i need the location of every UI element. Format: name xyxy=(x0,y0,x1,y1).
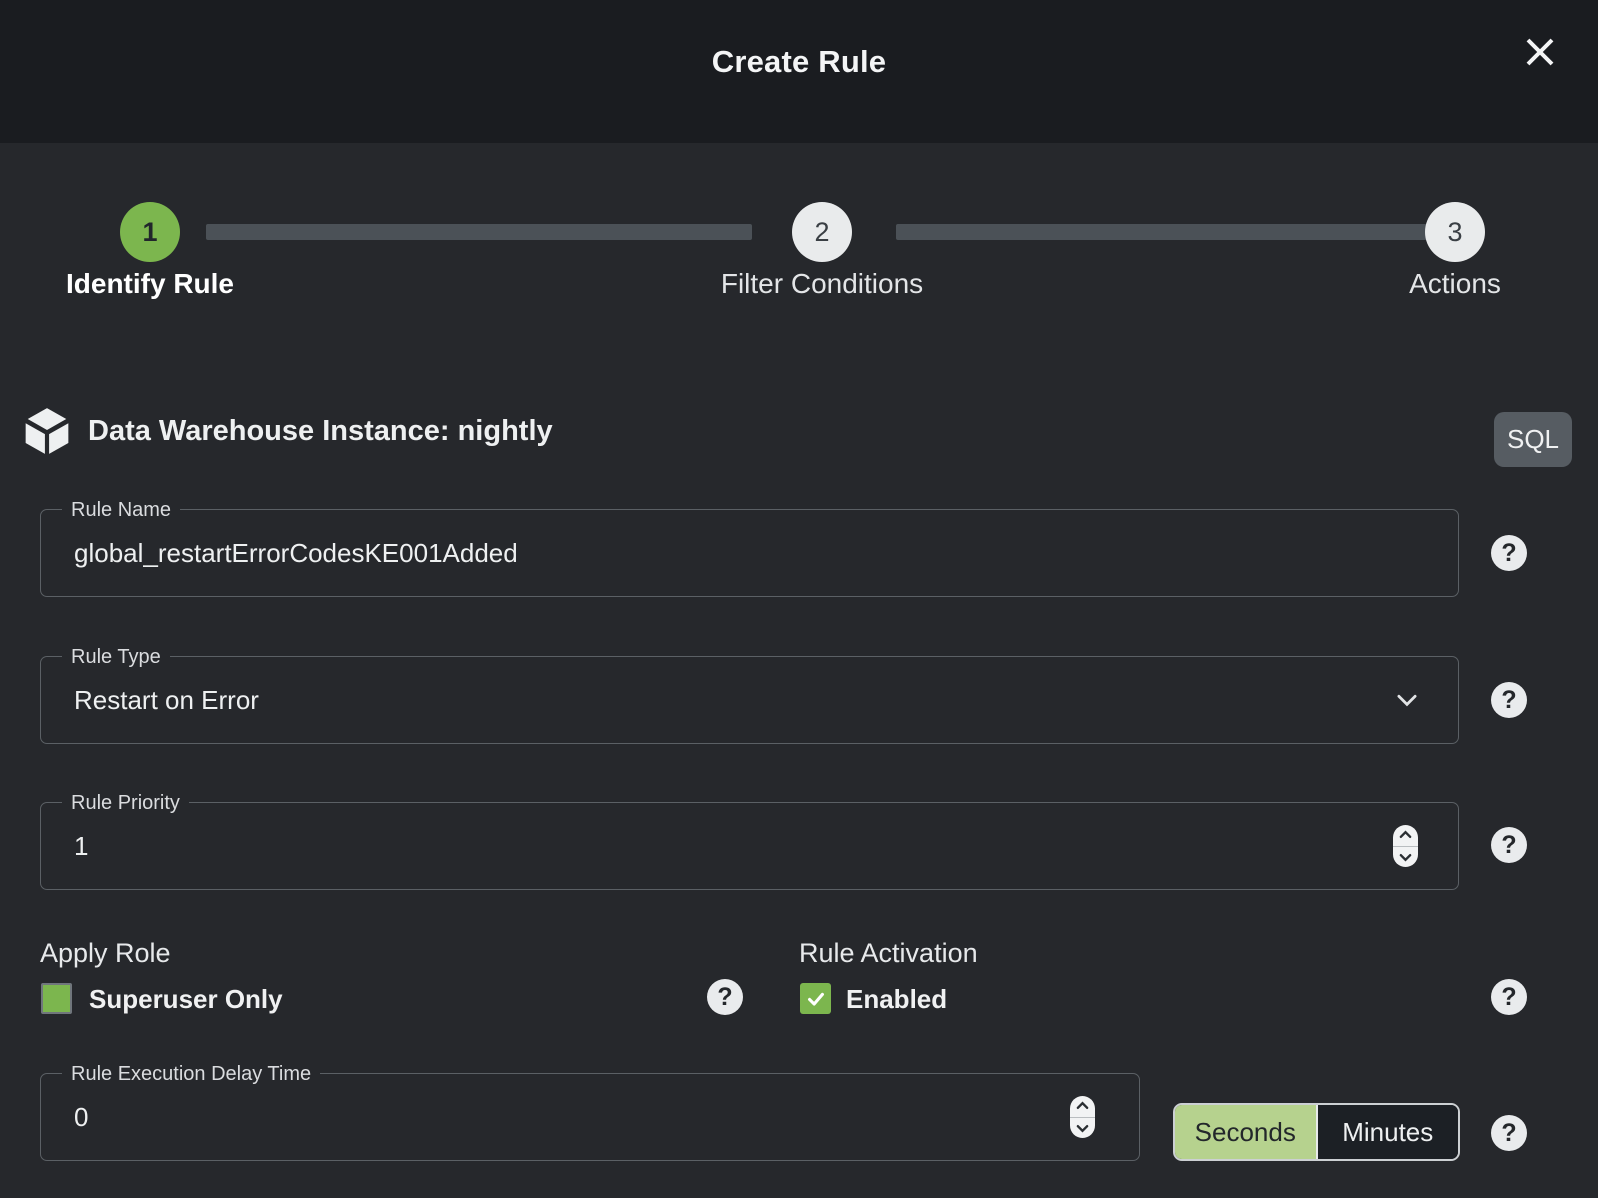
rule-type-select[interactable]: Rule Type Restart on Error xyxy=(40,656,1459,744)
apply-role-option: Superuser Only xyxy=(89,983,283,1015)
close-button[interactable] xyxy=(1519,31,1561,73)
step-3-label: Actions xyxy=(1330,268,1580,300)
apply-role-checkbox[interactable] xyxy=(41,983,72,1014)
rule-name-input[interactable] xyxy=(41,510,1458,596)
step-3-number: 3 xyxy=(1447,217,1462,248)
delay-time-field: Rule Execution Delay Time xyxy=(40,1073,1140,1161)
delay-time-help-icon[interactable]: ? xyxy=(1491,1115,1527,1151)
step-2-label: Filter Conditions xyxy=(672,268,972,300)
dialog-header: Create Rule xyxy=(0,0,1598,143)
delay-unit-toggle: Seconds Minutes xyxy=(1173,1103,1460,1161)
step-1-label: Identify Rule xyxy=(20,268,280,300)
rule-activation-label: Rule Activation xyxy=(799,938,978,969)
unit-seconds-button[interactable]: Seconds xyxy=(1175,1105,1318,1159)
create-rule-dialog: Create Rule 1 2 3 Identify Rule Filter C… xyxy=(0,0,1598,1198)
rule-type-value: Restart on Error xyxy=(74,657,259,743)
rule-priority-spinner[interactable] xyxy=(1393,825,1418,867)
sql-button[interactable]: SQL xyxy=(1494,412,1572,467)
spinner-down-icon[interactable] xyxy=(1399,853,1412,862)
rule-priority-help-icon[interactable]: ? xyxy=(1491,827,1527,863)
dialog-title: Create Rule xyxy=(0,44,1598,80)
rule-priority-input[interactable] xyxy=(41,803,1458,889)
rule-activation-help-icon[interactable]: ? xyxy=(1491,979,1527,1015)
spinner-down-icon[interactable] xyxy=(1076,1124,1089,1133)
step-2-circle[interactable]: 2 xyxy=(792,202,852,262)
rule-activation-option: Enabled xyxy=(846,983,947,1015)
stepper-connector-2 xyxy=(896,224,1432,240)
delay-time-input[interactable] xyxy=(41,1074,1139,1160)
rule-name-help-icon[interactable]: ? xyxy=(1491,535,1527,571)
step-1-circle[interactable]: 1 xyxy=(120,202,180,262)
close-icon xyxy=(1522,34,1558,70)
checkmark-icon xyxy=(805,988,827,1010)
chevron-down-icon[interactable] xyxy=(1392,685,1422,715)
spinner-divider xyxy=(1393,846,1418,847)
spinner-divider xyxy=(1070,1117,1095,1118)
step-3-circle[interactable]: 3 xyxy=(1425,202,1485,262)
rule-name-field: Rule Name xyxy=(40,509,1459,597)
rule-activation-checkbox[interactable] xyxy=(800,983,831,1014)
rule-priority-field: Rule Priority xyxy=(40,802,1459,890)
stepper-connector-1 xyxy=(206,224,752,240)
unit-minutes-button[interactable]: Minutes xyxy=(1318,1105,1459,1159)
rule-type-help-icon[interactable]: ? xyxy=(1491,682,1527,718)
delay-time-spinner[interactable] xyxy=(1070,1096,1095,1138)
apply-role-label: Apply Role xyxy=(40,938,171,969)
spinner-up-icon[interactable] xyxy=(1399,830,1412,839)
apply-role-help-icon[interactable]: ? xyxy=(707,979,743,1015)
instance-title: Data Warehouse Instance: nightly xyxy=(88,415,553,448)
step-1-number: 1 xyxy=(142,217,157,248)
step-2-number: 2 xyxy=(814,217,829,248)
package-cube-icon xyxy=(22,406,72,456)
spinner-up-icon[interactable] xyxy=(1076,1101,1089,1110)
